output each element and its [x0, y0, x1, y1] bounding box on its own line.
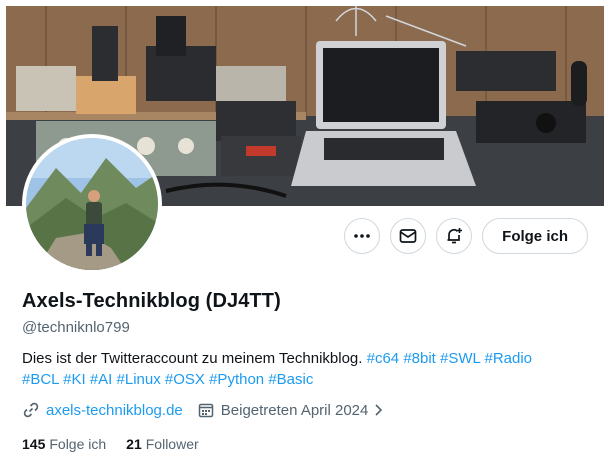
- notifications-button[interactable]: [436, 218, 473, 254]
- follow-button[interactable]: Folge ich: [482, 218, 588, 254]
- hashtag-link[interactable]: #KI: [63, 371, 86, 388]
- website-item: axels-technikblog.de: [22, 401, 183, 419]
- user-handle: @techniknlo799: [22, 319, 130, 336]
- hashtag-link[interactable]: #Python: [209, 371, 264, 388]
- profile-stats: 145 Folge ich 21 Follower: [22, 436, 219, 452]
- hashtag-link[interactable]: #Basic: [268, 371, 313, 388]
- profile-meta: axels-technikblog.de Beigetreten April 2…: [22, 401, 399, 419]
- chevron-right-icon: [375, 404, 383, 416]
- followers-label: Follower: [145, 436, 199, 452]
- followers-stat[interactable]: 21 Follower: [126, 436, 198, 452]
- following-stat[interactable]: 145 Folge ich: [22, 436, 106, 452]
- profile-actions: Folge ich: [344, 218, 588, 254]
- joined-item[interactable]: Beigetreten April 2024: [197, 401, 386, 419]
- display-name: Axels-Technikblog (DJ4TT): [22, 290, 281, 312]
- joined-date: Beigetreten April 2024: [220, 401, 369, 419]
- calendar-icon: [198, 403, 214, 418]
- more-button[interactable]: [344, 218, 381, 254]
- following-count: 145: [22, 436, 46, 452]
- bell-icon: [447, 228, 463, 244]
- profile-avatar[interactable]: [22, 134, 162, 274]
- hashtag-link[interactable]: #AI: [90, 371, 113, 388]
- hashtag-link[interactable]: #Linux: [117, 371, 161, 388]
- followers-count: 21: [126, 436, 142, 452]
- following-label: Folge ich: [49, 436, 107, 452]
- hashtag-link[interactable]: #c64: [367, 350, 400, 367]
- mail-icon: [399, 229, 417, 243]
- bio-text: Dies ist der Twitteraccount zu meinem Te…: [22, 350, 363, 367]
- avatar-image: [26, 138, 158, 270]
- link-icon: [23, 402, 39, 418]
- hashtag-link[interactable]: #8bit: [403, 350, 436, 367]
- hashtag-link[interactable]: #BCL: [22, 371, 59, 388]
- hashtag-link[interactable]: #SWL: [440, 350, 480, 367]
- hashtag-link[interactable]: #Radio: [484, 350, 532, 367]
- profile-bio: Dies ist der Twitteraccount zu meinem Te…: [22, 349, 592, 390]
- hashtag-link[interactable]: #OSX: [165, 371, 205, 388]
- website-link[interactable]: axels-technikblog.de: [46, 402, 183, 419]
- more-icon: [354, 234, 370, 238]
- message-button[interactable]: [390, 218, 427, 254]
